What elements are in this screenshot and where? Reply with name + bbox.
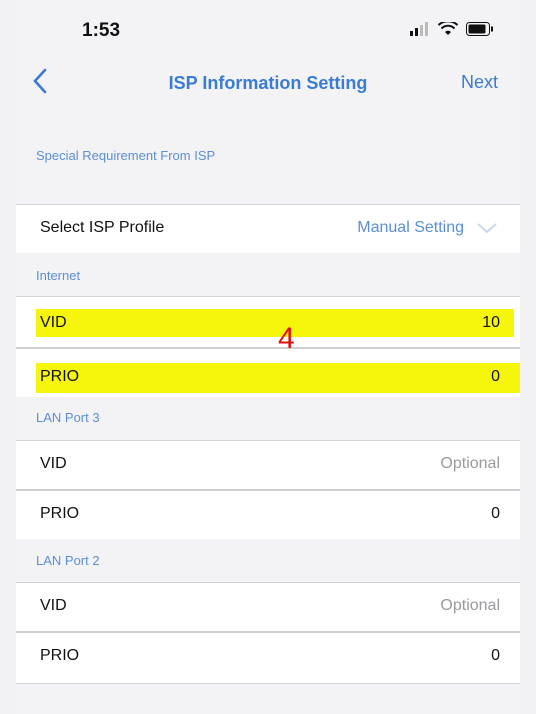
internet-prio-row[interactable]: PRIO 0: [16, 347, 520, 397]
lan3-vid-row[interactable]: VID Optional: [16, 440, 520, 489]
lan3-prio-value[interactable]: 0: [491, 505, 500, 523]
internet-vid-value[interactable]: 10: [482, 314, 500, 332]
lan2-vid-label: VID: [40, 597, 67, 614]
status-bar: 1:53: [16, 0, 520, 60]
next-button[interactable]: Next: [461, 72, 498, 93]
select-isp-profile-label: Select ISP Profile: [40, 219, 165, 236]
lan2-prio-label: PRIO: [40, 647, 80, 664]
lan3-prio-row[interactable]: PRIO 0: [16, 489, 520, 539]
isp-profile-value[interactable]: Manual Setting: [357, 219, 464, 237]
highlight-mark: [36, 363, 520, 393]
internet-vid-row[interactable]: VID 10: [16, 296, 520, 347]
status-time: 1:53: [82, 20, 121, 41]
lan2-prio-value[interactable]: 0: [491, 647, 500, 665]
select-isp-profile-row[interactable]: Select ISP Profile Manual Setting: [16, 204, 520, 253]
page-title: ISP Information Setting: [168, 73, 368, 93]
lan3-vid-label: VID: [40, 455, 67, 472]
status-icons: [410, 22, 494, 36]
battery-icon: [466, 22, 493, 36]
special-requirement-heading: Special Requirement From ISP: [36, 148, 216, 163]
internet-prio-label: PRIO: [40, 368, 80, 385]
nav-bar: ISP Information Setting Next: [16, 60, 520, 110]
lan-port-2-heading: LAN Port 2: [36, 553, 100, 568]
highlight-mark: [36, 309, 514, 337]
lan3-vid-input[interactable]: Optional: [440, 455, 500, 473]
wifi-icon: [438, 22, 458, 35]
internet-heading: Internet: [36, 268, 81, 283]
signal-icon: [410, 22, 428, 36]
internet-vid-label: VID: [40, 314, 67, 331]
lan2-vid-row[interactable]: VID Optional: [16, 582, 520, 631]
lan2-vid-input[interactable]: Optional: [440, 597, 500, 615]
lan3-prio-label: PRIO: [40, 505, 80, 522]
annotation-number: 4: [278, 322, 295, 355]
lan-port-3-heading: LAN Port 3: [36, 410, 100, 425]
chevron-down-icon[interactable]: [476, 221, 498, 235]
phone-screen: 1:53 ISP Information Setting Next Specia…: [16, 0, 520, 714]
internet-prio-value[interactable]: 0: [491, 368, 500, 386]
lan2-prio-row[interactable]: PRIO 0: [16, 631, 520, 684]
